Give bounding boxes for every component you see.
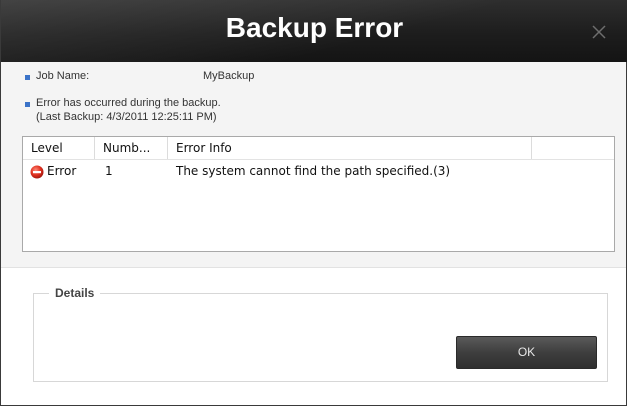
details-legend: Details	[49, 286, 101, 300]
backup-error-dialog: Backup Error Job Name: MyBackup Error ha…	[0, 0, 627, 406]
list-header: Level Numb... Error Info	[23, 137, 614, 160]
column-header-error-info[interactable]: Error Info	[176, 137, 232, 159]
title-bar: Backup Error	[1, 0, 627, 62]
last-backup-text: (Last Backup: 4/3/2011 12:25:11 PM)	[36, 111, 217, 123]
dialog-title: Backup Error	[225, 12, 404, 43]
column-header-number[interactable]: Numb...	[103, 137, 150, 159]
column-separator[interactable]	[94, 137, 95, 159]
column-separator[interactable]	[167, 137, 168, 159]
close-icon[interactable]	[591, 24, 607, 40]
column-separator[interactable]	[531, 137, 532, 159]
row-error-info: The system cannot find the path specifie…	[176, 164, 451, 178]
bullet-icon	[25, 75, 30, 80]
job-name-value: MyBackup	[203, 70, 255, 82]
table-row[interactable]: Error 1 The system cannot find the path …	[23, 160, 614, 182]
job-name-label: Job Name:	[36, 70, 90, 82]
error-message: Error has occurred during the backup.	[36, 97, 221, 109]
error-list[interactable]: Level Numb... Error Info Error 1 The sys…	[22, 136, 615, 252]
column-header-level[interactable]: Level	[31, 137, 63, 159]
bullet-icon	[25, 102, 30, 107]
ok-button[interactable]: OK	[456, 336, 597, 369]
row-level: Error	[47, 164, 77, 178]
row-number: 1	[105, 164, 113, 178]
error-icon	[30, 164, 44, 179]
divider	[1, 267, 626, 268]
